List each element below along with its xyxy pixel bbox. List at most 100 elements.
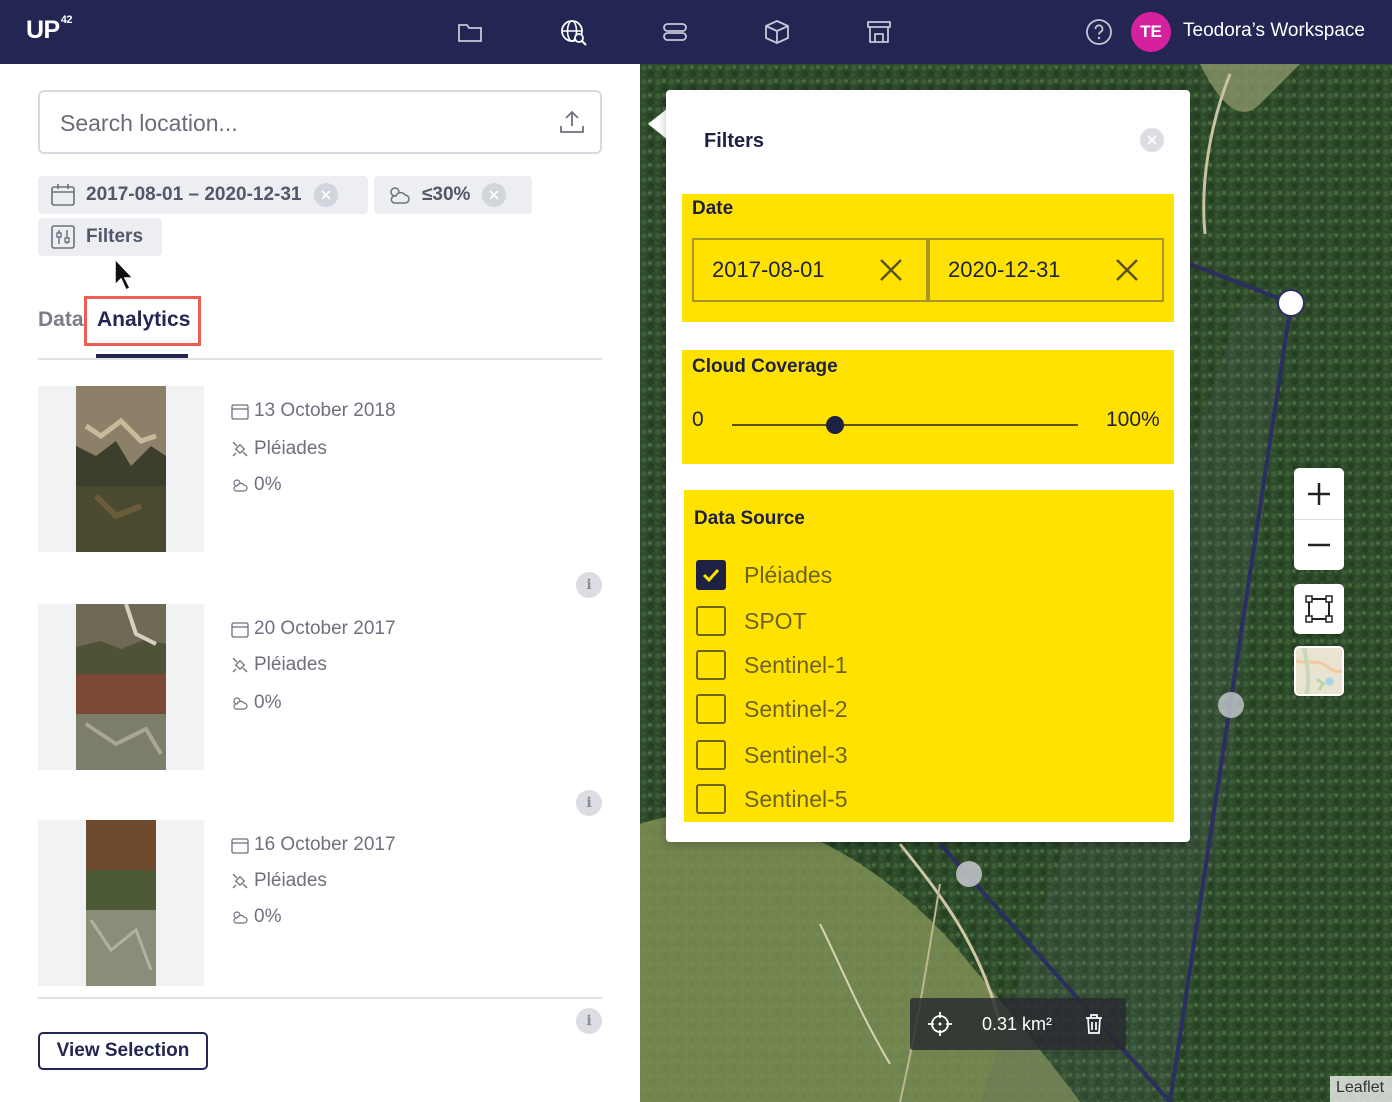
close-icon bbox=[1147, 135, 1157, 145]
avatar-initials: TE bbox=[1140, 22, 1162, 41]
search-input[interactable] bbox=[60, 106, 540, 140]
end-date-field[interactable]: 2020-12-31 bbox=[928, 238, 1164, 302]
search-box bbox=[38, 90, 602, 154]
view-selection-button[interactable]: View Selection bbox=[38, 1032, 208, 1070]
source-option-sentinel-5[interactable]: Sentinel-5 bbox=[696, 784, 848, 814]
leaflet-attribution[interactable]: Leaflet bbox=[1330, 1076, 1392, 1102]
result-cloud-text: 0% bbox=[254, 692, 282, 713]
list-item[interactable]: 16 October 2017 Pléiades 0% i bbox=[38, 820, 602, 1034]
upload-icon[interactable] bbox=[558, 108, 586, 136]
satellite-thumbnail bbox=[86, 820, 156, 986]
avatar[interactable]: TE bbox=[1131, 12, 1171, 52]
result-cloud: 0% bbox=[230, 474, 281, 496]
result-cloud-text: 0% bbox=[254, 906, 282, 927]
start-date-field[interactable]: 2017-08-01 bbox=[692, 238, 928, 302]
globe-search-icon[interactable] bbox=[559, 18, 587, 46]
source-option-spot[interactable]: SPOT bbox=[696, 606, 807, 636]
help-icon[interactable] bbox=[1085, 18, 1113, 46]
result-source: Pléiades bbox=[230, 438, 327, 460]
remove-date-chip-button[interactable] bbox=[313, 183, 338, 207]
checkbox[interactable] bbox=[696, 784, 726, 814]
logo-text: UP bbox=[26, 16, 60, 44]
panel-title: Filters bbox=[704, 130, 765, 152]
basemap-switch-button[interactable] bbox=[1294, 646, 1344, 696]
cloud-chip[interactable]: ≤30% bbox=[374, 176, 532, 214]
database-icon[interactable] bbox=[661, 18, 689, 46]
source-option-label: Sentinel-2 bbox=[744, 695, 848, 722]
source-option-label: Pléiades bbox=[744, 561, 833, 588]
filters-button[interactable]: Filters bbox=[38, 218, 162, 256]
date-section-title: Date bbox=[692, 198, 734, 219]
tab-analytics[interactable]: Analytics bbox=[84, 296, 201, 346]
source-option-pleiades[interactable]: Pléiades bbox=[696, 560, 832, 590]
checkbox[interactable] bbox=[696, 560, 726, 590]
result-date-text: 13 October 2018 bbox=[254, 400, 396, 421]
list-item[interactable]: 20 October 2017 Pléiades 0% i bbox=[38, 604, 602, 816]
tab-data[interactable]: Data bbox=[38, 308, 84, 332]
left-panel: 2017-08-01 – 2020-12-31 ≤30% Filters Dat… bbox=[0, 64, 640, 1102]
source-option-sentinel-2[interactable]: Sentinel-2 bbox=[696, 694, 848, 724]
source-option-label: Sentinel-5 bbox=[744, 785, 848, 812]
zoom-out-button[interactable] bbox=[1294, 519, 1344, 570]
checkbox[interactable] bbox=[696, 740, 726, 770]
slider-max-label: 100% bbox=[1106, 408, 1160, 431]
popover-arrow bbox=[648, 108, 668, 140]
result-source: Pléiades bbox=[230, 654, 327, 676]
source-option-sentinel-3[interactable]: Sentinel-3 bbox=[696, 740, 848, 770]
divider bbox=[38, 997, 602, 999]
cloud-coverage-section: Cloud Coverage 0 100% bbox=[682, 350, 1174, 464]
folder-icon[interactable] bbox=[456, 18, 484, 46]
list-item[interactable]: 13 October 2018 Pléiades 0% i bbox=[38, 386, 602, 598]
date-range-chip[interactable]: 2017-08-01 – 2020-12-31 bbox=[38, 176, 368, 214]
slider-min-label: 0 bbox=[692, 408, 704, 431]
cloud-chip-label: ≤30% bbox=[422, 184, 471, 205]
info-icon[interactable]: i bbox=[576, 572, 602, 598]
filters-panel: Filters Date 2017-08-01 2020-12-31 Cloud… bbox=[666, 90, 1190, 842]
cloud-sun-icon bbox=[233, 479, 248, 492]
zoom-in-button[interactable] bbox=[1294, 468, 1344, 519]
satellite-thumbnail bbox=[76, 604, 166, 770]
checkbox[interactable] bbox=[696, 694, 726, 724]
trash-icon[interactable] bbox=[1082, 1012, 1106, 1036]
up42-logo[interactable]: UP42 bbox=[26, 14, 72, 45]
date-range-label: 2017-08-01 – 2020-12-31 bbox=[86, 184, 302, 205]
source-option-sentinel-1[interactable]: Sentinel-1 bbox=[696, 650, 848, 680]
source-option-label: Sentinel-1 bbox=[744, 651, 848, 678]
checkbox[interactable] bbox=[696, 606, 726, 636]
close-panel-button[interactable] bbox=[1140, 128, 1164, 152]
cloud-sun-icon bbox=[390, 187, 410, 204]
cloud-slider-handle[interactable] bbox=[826, 416, 844, 434]
mouse-cursor-icon bbox=[114, 257, 135, 292]
draw-rectangle-button[interactable] bbox=[1294, 584, 1344, 634]
workspace-name[interactable]: Teodora’s Workspace bbox=[1183, 20, 1365, 42]
cloud-slider-track[interactable] bbox=[732, 424, 1078, 426]
calendar-icon bbox=[231, 622, 249, 638]
cloud-sun-icon bbox=[233, 697, 248, 710]
cloud-coverage-title: Cloud Coverage bbox=[692, 356, 838, 377]
clear-start-date-icon[interactable] bbox=[878, 257, 904, 283]
result-cloud-text: 0% bbox=[254, 474, 282, 495]
storefront-icon[interactable] bbox=[865, 18, 893, 46]
filters-label: Filters bbox=[86, 226, 144, 247]
calendar-icon bbox=[51, 184, 75, 206]
top-navigation-bar: UP42 TE Teodora’s Workspace bbox=[0, 0, 1392, 64]
calendar-icon bbox=[231, 838, 249, 854]
result-date-text: 20 October 2017 bbox=[254, 618, 396, 639]
tabs: Data Analytics bbox=[38, 296, 602, 360]
start-date-value: 2017-08-01 bbox=[712, 257, 825, 282]
result-source: Pléiades bbox=[230, 870, 327, 892]
data-source-title: Data Source bbox=[694, 508, 805, 529]
remove-cloud-chip-button[interactable] bbox=[482, 183, 507, 207]
minus-icon bbox=[1308, 543, 1330, 547]
plus-icon bbox=[1308, 482, 1330, 505]
crosshair-icon[interactable] bbox=[926, 1010, 954, 1038]
tab-analytics-label: Analytics bbox=[97, 308, 191, 331]
checkbox[interactable] bbox=[696, 650, 726, 680]
info-icon[interactable]: i bbox=[576, 1008, 602, 1034]
calendar-icon bbox=[231, 404, 249, 420]
box-icon[interactable] bbox=[763, 18, 791, 46]
info-icon[interactable]: i bbox=[576, 790, 602, 816]
result-date: 13 October 2018 bbox=[230, 400, 396, 422]
result-cloud: 0% bbox=[230, 906, 281, 928]
clear-end-date-icon[interactable] bbox=[1114, 257, 1140, 283]
